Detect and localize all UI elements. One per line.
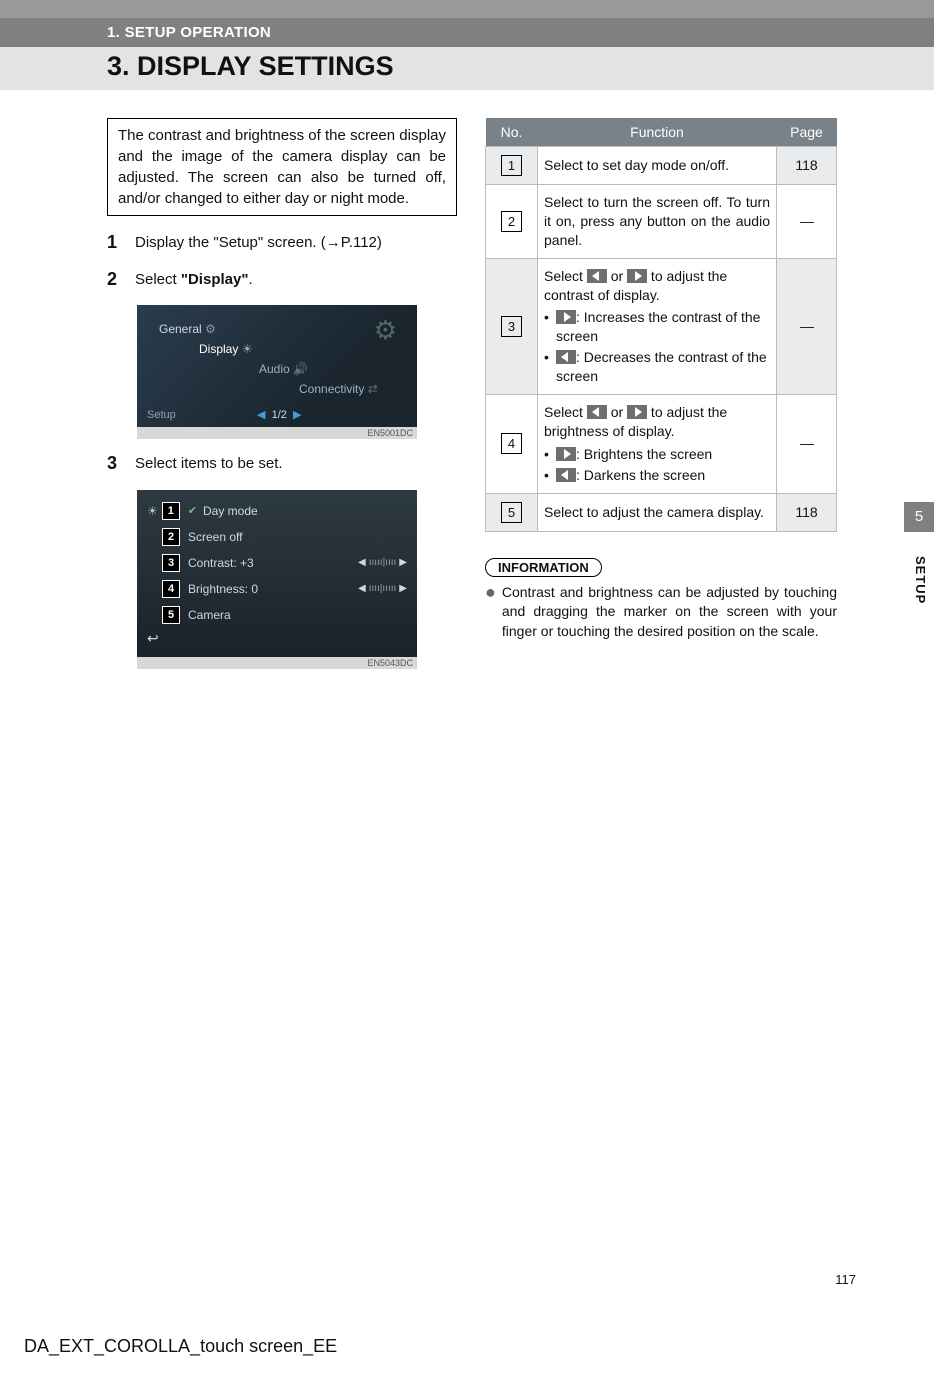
menu-item-audio: Audio 🔊 — [259, 359, 405, 379]
th-no: No. — [486, 118, 538, 147]
ref-1: 1 — [501, 155, 522, 176]
th-function: Function — [538, 118, 777, 147]
row-day-mode: ☀ 1 ✔ Day mode — [147, 498, 407, 524]
fn-4: Select or to adjust the brightness of di… — [538, 395, 777, 494]
left-arrow-icon — [587, 405, 607, 419]
info-label: INFORMATION — [485, 558, 602, 577]
row-screen-off: 2 Screen off — [147, 524, 407, 550]
left-arrow-icon — [556, 350, 576, 364]
check-icon: ✔ — [188, 504, 197, 517]
sun-icon: ☀ — [147, 504, 158, 518]
th-page: Page — [777, 118, 837, 147]
bullet-icon: ● — [485, 583, 496, 642]
left-arrow-icon — [587, 269, 607, 283]
ref-3: 3 — [501, 316, 522, 337]
callout-5: 5 — [162, 606, 180, 624]
callout-1: 1 — [162, 502, 180, 520]
screenshot1-pager: ◀ 1/2 ▶ — [257, 408, 301, 421]
menu-item-general: General ⚙ — [159, 319, 405, 339]
fn-5: Select to adjust the camera display. — [538, 493, 777, 531]
step-2-text: Select "Display". — [135, 269, 457, 292]
back-icon: ↩ — [147, 628, 407, 647]
row-brightness: 4 Brightness: 0 ◀ ıııı|ııııı ▶ — [147, 576, 407, 602]
intro-paragraph: The contrast and brightness of the scree… — [107, 118, 457, 216]
menu-item-connectivity: Connectivity ⇄ — [299, 379, 405, 399]
pg-5: 118 — [777, 493, 837, 531]
row-contrast: 3 Contrast: +3 ◀ ııııı|ıııı ▶ — [147, 550, 407, 576]
pg-3: — — [777, 258, 837, 394]
page-title: 3. DISPLAY SETTINGS — [107, 51, 934, 82]
screenshot2-code: EN5043DC — [137, 657, 417, 669]
right-arrow-icon — [627, 405, 647, 419]
function-table: No. Function Page 1 Select to set day mo… — [485, 118, 837, 532]
gear-icon: ⚙ — [374, 315, 397, 346]
callout-2: 2 — [162, 528, 180, 546]
info-bullet: ● Contrast and brightness can be adjuste… — [485, 583, 837, 642]
right-arrow-icon — [556, 447, 576, 461]
page-number: 117 — [835, 1272, 856, 1287]
step-number-2: 2 — [107, 269, 135, 290]
callout-3: 3 — [162, 554, 180, 572]
ref-4: 4 — [501, 433, 522, 454]
step-1-text: Display the "Setup" screen. (→P.112) — [135, 232, 457, 255]
fn-1: Select to set day mode on/off. — [538, 147, 777, 185]
chapter-tab: 5 — [904, 502, 934, 532]
step-3-text: Select items to be set. — [135, 453, 457, 476]
right-arrow-icon — [627, 269, 647, 283]
fn-3: Select or to adjust the contrast of disp… — [538, 258, 777, 394]
screenshot1-footer-label: Setup — [147, 409, 176, 421]
pg-1: 118 — [777, 147, 837, 185]
pg-4: — — [777, 395, 837, 494]
screenshot-display-settings: ☀ 1 ✔ Day mode 2 Screen off 3 Contrast: … — [137, 490, 417, 669]
screenshot1-code: EN5001DC — [137, 427, 417, 439]
top-grey-bar — [0, 0, 934, 18]
footer-doc-id: DA_EXT_COROLLA_touch screen_EE — [24, 1336, 337, 1357]
section-heading: 1. SETUP OPERATION — [0, 18, 934, 47]
right-arrow-icon — [556, 310, 576, 324]
step-number-1: 1 — [107, 232, 135, 253]
chapter-label: SETUP — [913, 556, 928, 604]
screenshot-setup-menu: ⚙ General ⚙ Display ☀ Audio 🔊 Connectivi… — [137, 305, 417, 439]
callout-4: 4 — [162, 580, 180, 598]
left-arrow-icon — [556, 468, 576, 482]
fn-2: Select to turn the screen off. To turn i… — [538, 185, 777, 259]
row-camera: 5 Camera — [147, 602, 407, 628]
ref-5: 5 — [501, 502, 522, 523]
step-number-3: 3 — [107, 453, 135, 474]
pg-2: — — [777, 185, 837, 259]
ref-2: 2 — [501, 211, 522, 232]
